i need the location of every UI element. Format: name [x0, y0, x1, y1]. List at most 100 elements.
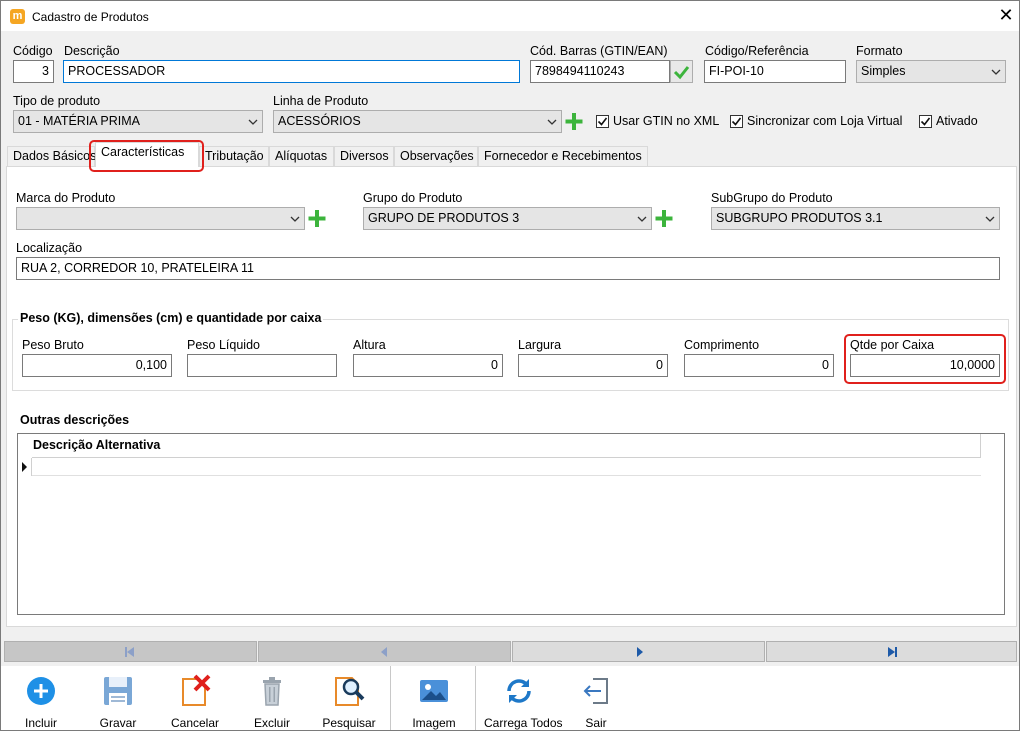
check-icon	[673, 66, 690, 80]
checkmark-icon	[731, 117, 742, 126]
exit-icon	[583, 678, 608, 704]
largura-input[interactable]: 0	[518, 354, 668, 377]
add-linha-button[interactable]	[563, 110, 585, 133]
sair-button[interactable]: Sair	[561, 666, 631, 730]
descricao-label: Descrição	[64, 44, 120, 58]
ativado-checkbox-label: Ativado	[936, 114, 978, 128]
cancelar-button[interactable]: Cancelar	[160, 666, 230, 730]
altura-input[interactable]: 0	[353, 354, 503, 377]
tab-tributacao[interactable]: Tributação	[199, 146, 269, 167]
table-row[interactable]	[32, 458, 981, 476]
comprimento-label: Comprimento	[684, 338, 760, 352]
grupo-value: GRUPO DE PRODUTOS 3	[368, 211, 520, 225]
tab-dados-basicos[interactable]: Dados Básicos	[7, 146, 96, 167]
gtin-checkbox[interactable]	[596, 115, 609, 128]
checkmark-icon	[597, 117, 608, 126]
nav-next-button[interactable]	[512, 641, 765, 662]
highlight-ring-tab	[89, 140, 204, 172]
formato-select[interactable]: Simples	[856, 60, 1006, 83]
incluir-button[interactable]: Incluir	[6, 666, 76, 730]
barras-label: Cód. Barras (GTIN/EAN)	[530, 44, 668, 58]
pesquisar-button[interactable]: Pesquisar	[314, 666, 384, 730]
comprimento-input[interactable]: 0	[684, 354, 834, 377]
plus-icon	[308, 210, 326, 227]
loja-checkbox[interactable]	[730, 115, 743, 128]
subgrupo-label: SubGrupo do Produto	[711, 191, 833, 205]
tab-aliquotas[interactable]: Alíquotas	[269, 146, 334, 167]
tipo-value: 01 - MATÉRIA PRIMA	[18, 114, 141, 128]
window-title: Cadastro de Produtos	[32, 10, 149, 24]
imagem-button[interactable]: Imagem	[399, 666, 469, 730]
first-record-icon	[125, 647, 134, 657]
peso-liquido-label: Peso Líquido	[187, 338, 260, 352]
grupo-label: Grupo do Produto	[363, 191, 463, 205]
plus-icon	[565, 113, 583, 130]
formato-value: Simples	[861, 64, 906, 78]
grid-header-label: Descrição Alternativa	[33, 438, 161, 452]
search-document-icon	[335, 677, 365, 706]
codigo-input[interactable]: 3	[13, 60, 54, 83]
descricao-input[interactable]: PROCESSADOR	[63, 60, 520, 83]
outras-group-title: Outras descrições	[18, 413, 132, 427]
close-icon[interactable]: ✕	[997, 6, 1015, 24]
gtin-checkbox-label: Usar GTIN no XML	[613, 114, 720, 128]
outras-descricoes-grid[interactable]: Descrição Alternativa	[17, 433, 1005, 615]
carrega-todos-button[interactable]: Carrega Todos	[484, 666, 563, 730]
referencia-input[interactable]: FI-POI-10	[704, 60, 846, 83]
codigo-label: Código	[13, 44, 53, 58]
grid-header-cell[interactable]: Descrição Alternativa	[32, 434, 981, 458]
formato-label: Formato	[856, 44, 903, 58]
peso-liquido-input[interactable]	[187, 354, 337, 377]
image-icon	[420, 680, 448, 702]
sair-label: Sair	[585, 716, 607, 730]
next-record-icon	[637, 647, 643, 657]
tab-diversos[interactable]: Diversos	[334, 146, 394, 167]
tab-fornecedor[interactable]: Fornecedor e Recebimentos	[478, 146, 648, 167]
toolbar-separator	[475, 666, 476, 730]
altura-label: Altura	[353, 338, 386, 352]
chevron-down-icon	[991, 69, 1001, 75]
gravar-button[interactable]: Gravar	[83, 666, 153, 730]
last-record-icon	[888, 647, 897, 657]
add-circle-icon	[27, 677, 55, 705]
excluir-button[interactable]: Excluir	[237, 666, 307, 730]
grid-row-indicator[interactable]	[18, 458, 32, 476]
peso-bruto-label: Peso Bruto	[22, 338, 84, 352]
peso-bruto-input[interactable]: 0,100	[22, 354, 172, 377]
marca-label: Marca do Produto	[16, 191, 116, 205]
chevron-down-icon	[248, 119, 258, 125]
bottom-toolbar: Incluir Gravar Cancelar Excluir Pesquisa…	[1, 666, 1019, 730]
loja-checkbox-label: Sincronizar com Loja Virtual	[747, 114, 903, 128]
product-register-window: m Cadastro de Produtos ✕ Código 3 Descri…	[0, 0, 1020, 731]
tab-observacoes[interactable]: Observações	[394, 146, 478, 167]
nav-first-button[interactable]	[4, 641, 257, 662]
checkmark-icon	[920, 117, 931, 126]
trash-icon	[263, 677, 281, 706]
app-icon: m	[10, 9, 25, 24]
nav-previous-button[interactable]	[258, 641, 511, 662]
highlight-ring-qtde	[844, 334, 1006, 384]
add-marca-button[interactable]	[306, 207, 328, 230]
chevron-down-icon	[985, 216, 995, 222]
largura-label: Largura	[518, 338, 562, 352]
pesquisar-label: Pesquisar	[322, 716, 376, 730]
nav-last-button[interactable]	[766, 641, 1017, 662]
marca-select[interactable]	[16, 207, 305, 230]
grupo-select[interactable]: GRUPO DE PRODUTOS 3	[363, 207, 652, 230]
localizacao-input[interactable]: RUA 2, CORREDOR 10, PRATELEIRA 11	[16, 257, 1000, 280]
ativado-checkbox[interactable]	[919, 115, 932, 128]
excluir-label: Excluir	[253, 716, 290, 730]
toolbar-separator	[390, 666, 391, 730]
add-grupo-button[interactable]	[653, 207, 675, 230]
localizacao-label: Localização	[16, 241, 83, 255]
linha-select[interactable]: ACESSÓRIOS	[273, 110, 562, 133]
previous-record-icon	[381, 647, 387, 657]
subgrupo-select[interactable]: SUBGRUPO PRODUTOS 3.1	[711, 207, 1000, 230]
chevron-down-icon	[637, 216, 647, 222]
barras-input[interactable]: 7898494110243	[530, 60, 670, 83]
linha-value: ACESSÓRIOS	[278, 114, 361, 128]
incluir-label: Incluir	[24, 716, 57, 730]
cancelar-label: Cancelar	[170, 716, 220, 730]
tipo-select[interactable]: 01 - MATÉRIA PRIMA	[13, 110, 263, 133]
validate-barcode-button[interactable]	[670, 60, 693, 83]
